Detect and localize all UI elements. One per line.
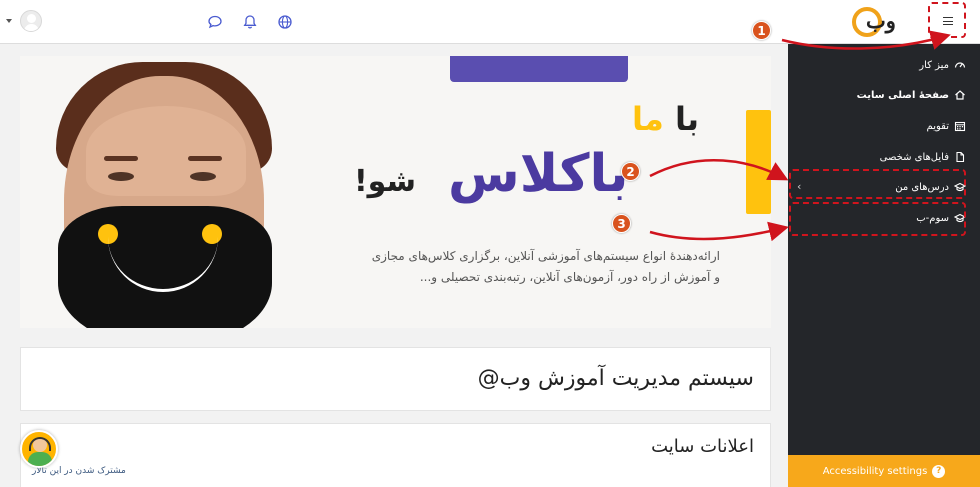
step-badge-3: 3 xyxy=(612,214,631,233)
step-badge-2: 2 xyxy=(621,162,640,181)
step-badge-1: 1 xyxy=(752,21,771,40)
annotation-arrows xyxy=(649,30,951,242)
